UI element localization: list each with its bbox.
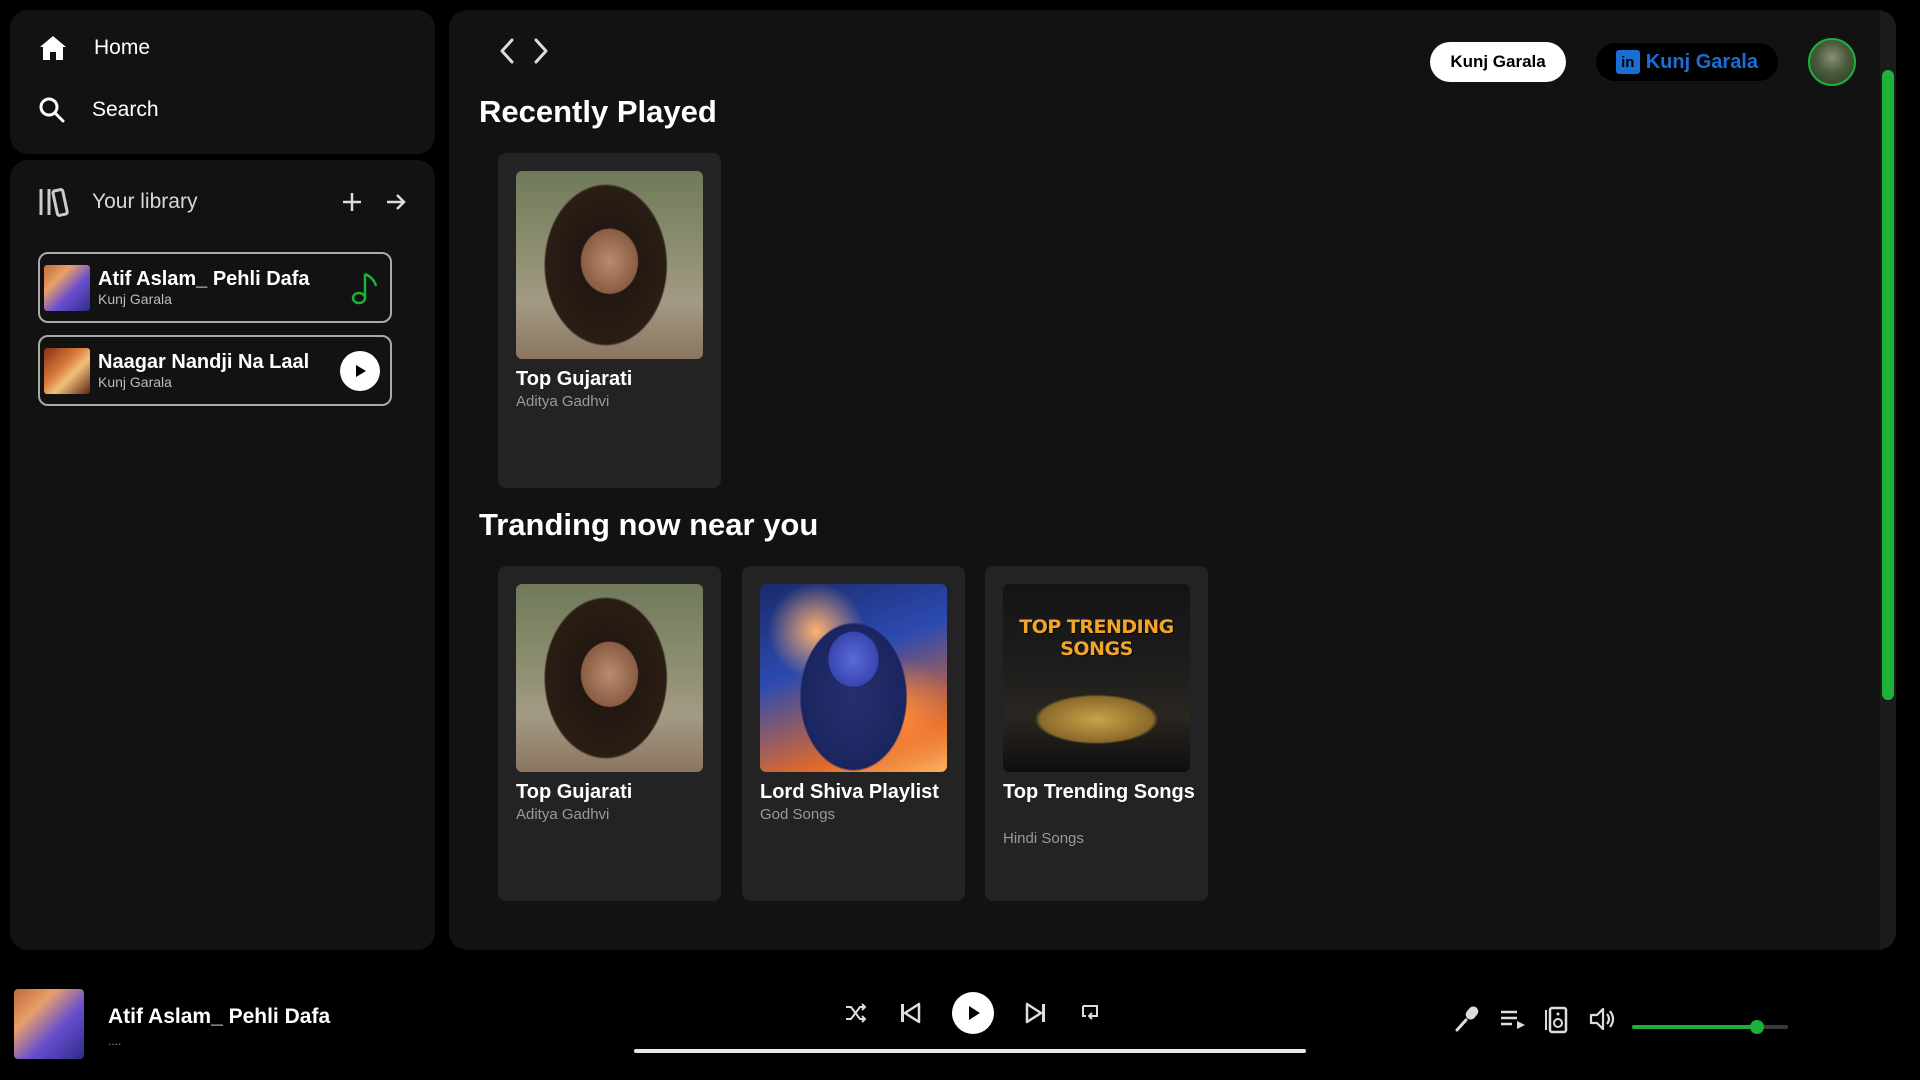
scrollbar-thumb[interactable] (1882, 70, 1894, 700)
header-actions: Kunj Garala in Kunj Garala (1430, 38, 1856, 86)
library-item-subtitle: Kunj Garala (98, 290, 172, 307)
library-item[interactable]: Atif Aslam_ Pehli Dafa Kunj Garala (38, 252, 392, 323)
shuffle-icon[interactable] (844, 1002, 868, 1024)
playlist-card-title: Lord Shiva Playlist (760, 781, 939, 803)
skip-next-icon[interactable] (1024, 1001, 1048, 1025)
home-icon (38, 34, 68, 62)
nav-home[interactable]: Home (38, 34, 150, 62)
section-title-recently-played: Recently Played (479, 94, 717, 129)
library-header: Your library (38, 182, 407, 222)
library-label: Your library (92, 190, 198, 213)
skip-previous-icon[interactable] (898, 1001, 922, 1025)
play-icon (352, 363, 368, 379)
playlist-card-subtitle: God Songs (760, 806, 836, 823)
playlist-card-title: Top Gujarati (516, 368, 633, 390)
plus-icon[interactable] (341, 191, 363, 213)
play-icon (964, 1004, 982, 1022)
avatar[interactable] (1808, 38, 1856, 86)
now-playing-subtitle: .... (108, 1034, 122, 1048)
chevron-left-icon[interactable] (497, 36, 517, 66)
extra-controls (1452, 1004, 1618, 1034)
main-content: Kunj Garala in Kunj Garala Recently Play… (449, 10, 1896, 950)
scrollbar[interactable] (1880, 10, 1896, 950)
volume-icon[interactable] (1588, 1005, 1618, 1033)
queue-icon[interactable] (1498, 1005, 1528, 1033)
library-icon[interactable] (38, 186, 70, 218)
nav-search-label: Search (92, 98, 159, 121)
library-item-title: Naagar Nandji Na Laal (98, 350, 310, 373)
library-item-thumbnail (44, 264, 90, 311)
playlist-card-art (516, 584, 703, 772)
playlist-card[interactable]: TOP TRENDING SONGS Top Trending Songs Hi… (985, 566, 1208, 901)
nav-home-label: Home (94, 36, 151, 59)
history-nav (497, 36, 551, 66)
nav-panel: Home Search (10, 10, 435, 154)
volume-slider[interactable] (1632, 1020, 1788, 1034)
library-item-subtitle: Kunj Garala (98, 373, 172, 390)
playlist-card-art-text: TOP TRENDING SONGS (1019, 616, 1174, 660)
library-item[interactable]: Naagar Nandji Na Laal Kunj Garala (38, 335, 392, 406)
chevron-right-icon[interactable] (531, 36, 551, 66)
linkedin-button[interactable]: in Kunj Garala (1595, 43, 1778, 81)
playlist-card-title: Top Gujarati (516, 781, 633, 803)
playlist-card[interactable]: Top Gujarati Aditya Gadhvi (498, 566, 721, 901)
playlist-card[interactable]: Lord Shiva Playlist God Songs (742, 566, 965, 901)
volume-fill (1632, 1025, 1757, 1029)
playback-controls (844, 992, 1102, 1034)
play-button[interactable] (952, 992, 994, 1034)
music-note-icon (350, 270, 380, 306)
linkedin-icon: in (1615, 50, 1640, 74)
library-item-thumbnail (44, 347, 90, 394)
playlist-card-art: TOP TRENDING SONGS (1003, 584, 1190, 772)
search-icon (38, 96, 66, 124)
section-title-trending: Tranding now near you (479, 507, 819, 542)
progress-bar[interactable] (634, 1049, 1306, 1053)
library-item-title: Atif Aslam_ Pehli Dafa (98, 267, 310, 290)
now-playing-art (14, 989, 84, 1059)
progress-fill (634, 1049, 1306, 1053)
playlist-card-subtitle: Aditya Gadhvi (516, 806, 610, 823)
playlist-card-subtitle: Aditya Gadhvi (516, 393, 610, 410)
playlist-card[interactable]: Top Gujarati Aditya Gadhvi (498, 153, 721, 488)
now-playing-title: Atif Aslam_ Pehli Dafa (108, 1005, 331, 1028)
arrow-right-icon[interactable] (385, 191, 407, 213)
library-item-play-button[interactable] (340, 350, 380, 391)
microphone-icon[interactable] (1452, 1004, 1482, 1034)
playlist-card-subtitle: Hindi Songs (1003, 830, 1084, 847)
playlist-card-art (516, 171, 703, 359)
library-panel: Your library Atif Aslam_ Pehli Dafa Kunj… (10, 160, 435, 950)
nav-search[interactable]: Search (38, 96, 159, 124)
repeat-icon[interactable] (1078, 1002, 1102, 1024)
user-button[interactable]: Kunj Garala (1430, 42, 1566, 82)
device-speaker-icon[interactable] (1544, 1004, 1572, 1034)
volume-handle[interactable] (1749, 1020, 1764, 1034)
linkedin-label: Kunj Garala (1645, 50, 1758, 73)
playlist-card-title: Top Trending Songs (1003, 781, 1195, 803)
player-bar: Atif Aslam_ Pehli Dafa .... (0, 960, 1920, 1080)
playlist-card-art (760, 584, 947, 772)
